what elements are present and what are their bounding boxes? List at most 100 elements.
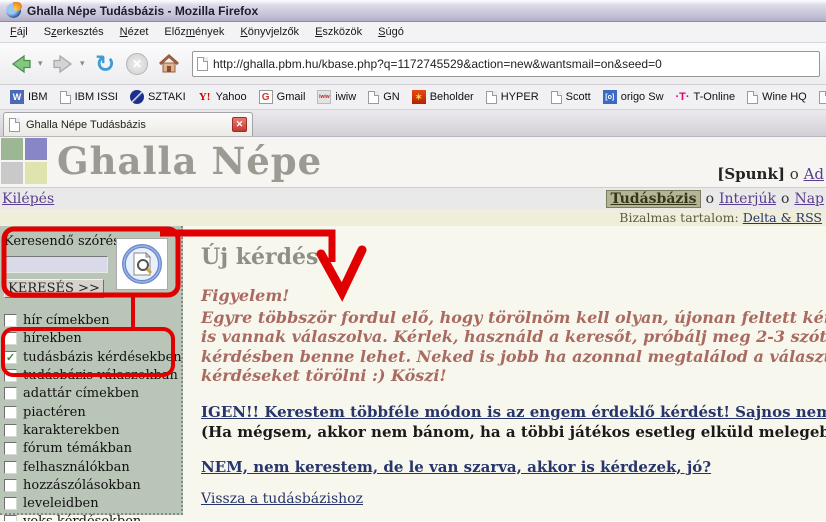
user-box: [Spunk] o Ad (717, 165, 824, 183)
url-input[interactable] (213, 57, 815, 71)
checkbox-label: piactéren (23, 405, 86, 420)
checkbox[interactable] (4, 424, 17, 437)
forward-button[interactable] (48, 49, 78, 79)
back-dropdown-caret[interactable]: ▾ (38, 58, 46, 69)
checkbox[interactable] (4, 314, 17, 327)
separator: o (790, 165, 799, 183)
menu-item[interactable]: Fájl (2, 23, 36, 41)
site-nav-row: Kilépés Tudásbázis o Interjúk o Nap (0, 187, 826, 209)
yes-searched-link[interactable]: IGEN!! Kerestem többféle módon is az eng… (201, 403, 826, 421)
menu-item[interactable]: Eszközök (307, 23, 370, 41)
bookmark-favicon-icon (819, 91, 826, 104)
checkbox-label: felhasználókban (23, 460, 130, 475)
menu-item[interactable]: Szerkesztés (36, 23, 112, 41)
url-bar[interactable] (192, 51, 820, 77)
tab-ghalla-nepe-tudasbazis[interactable]: Ghalla Népe Tudásbázis ✕ (3, 112, 253, 136)
bookmark-item[interactable]: T-Online (670, 88, 742, 106)
menu-item[interactable]: Előzmények (156, 23, 232, 41)
checkbox-label: voks kérdésekben (23, 514, 141, 521)
bookmark-item[interactable]: Scott (545, 89, 597, 106)
search-input[interactable] (4, 256, 108, 273)
bookmark-item[interactable]: DistroWa (813, 89, 826, 106)
yes-note: (Ha mégsem, akkor nem bánom, ha a többi … (201, 423, 826, 441)
bookmark-favicon-icon (317, 90, 331, 104)
checkbox[interactable] (4, 497, 17, 510)
bookmark-label: Scott (566, 91, 591, 103)
nav-tab-tudasbazis[interactable]: Tudásbázis (606, 190, 700, 208)
checkbox[interactable] (4, 461, 17, 474)
title-bar: Ghalla Népe Tudásbázis - Mozilla Firefox (0, 0, 826, 22)
bookmark-label: SZTAKI (148, 91, 186, 103)
back-to-knowledge-base-link[interactable]: Vissza a tudásbázishoz (201, 491, 363, 507)
search-scope-row: ✓ tudásbázis kérdésekben (4, 348, 175, 366)
bookmark-label: origo Sw (621, 91, 664, 103)
forward-dropdown-caret[interactable]: ▾ (80, 58, 88, 69)
tab-close-icon[interactable]: ✕ (232, 117, 247, 132)
search-scope-list: hír címekben hírekben ✓ tudásbázis kérdé… (4, 312, 175, 522)
site-logo (1, 138, 47, 184)
checkbox[interactable] (4, 369, 17, 382)
checkbox-label: leveleidben (23, 496, 99, 511)
bookmark-item[interactable]: Yahoo (192, 88, 253, 106)
menu-bar: FájlSzerkesztésNézetElőzményekKönyvjelző… (0, 22, 826, 43)
info-row: Bizalmas tartalom: Delta & RSS (0, 209, 826, 226)
menu-item[interactable]: Nézet (112, 23, 157, 41)
bookmark-item[interactable]: Wine HQ (741, 89, 813, 106)
bookmark-label: Yahoo (216, 91, 247, 103)
checkbox[interactable]: ✓ (4, 351, 17, 364)
site-title: Ghalla Népe (57, 139, 322, 183)
bookmark-item[interactable]: Beholder (406, 88, 480, 106)
bookmark-favicon-icon (130, 90, 144, 104)
search-scope-row: felhasználókban (4, 458, 175, 476)
site-header: Ghalla Népe [Spunk] o Ad (0, 137, 826, 187)
back-button[interactable] (6, 49, 36, 79)
nav-link-nap[interactable]: Nap (794, 191, 824, 207)
search-scope-row: piactéren (4, 403, 175, 421)
user-link[interactable]: Ad (804, 165, 824, 183)
bookmark-label: IBM ISSI (75, 91, 118, 103)
bookmark-label: IBM (28, 91, 48, 103)
bookmark-label: GN (383, 91, 400, 103)
menu-item[interactable]: Könyvjelzők (232, 23, 307, 41)
menu-item[interactable]: Súgó (370, 23, 412, 41)
forward-arrow-icon (50, 51, 76, 77)
stop-button[interactable]: ✕ (122, 49, 152, 79)
logout-link[interactable]: Kilépés (2, 191, 54, 207)
bookmark-favicon-icon (259, 90, 273, 104)
checkbox[interactable] (4, 406, 17, 419)
search-icon-button[interactable] (116, 238, 168, 290)
bookmark-label: Gmail (277, 91, 306, 103)
no-searched-link[interactable]: NEM, nem kerestem, de le van szarva, akk… (201, 458, 711, 476)
nav-link-interjuk[interactable]: Interjúk (719, 191, 776, 207)
page-content: Ghalla Népe [Spunk] o Ad Kilépés Tudásbá… (0, 137, 826, 521)
bookmark-favicon-icon (412, 90, 426, 104)
info-label: Bizalmas tartalom: (619, 210, 738, 225)
user-name: [Spunk] (717, 165, 785, 183)
reload-button[interactable]: ↻ (90, 49, 120, 79)
checkbox-label: tudásbázis kérdésekben (23, 350, 182, 365)
bookmark-item[interactable]: iwiw (311, 88, 362, 106)
bookmark-label: Beholder (430, 91, 474, 103)
checkbox[interactable] (4, 515, 17, 521)
logo-square-purple (25, 138, 47, 160)
checkbox[interactable] (4, 387, 17, 400)
checkbox[interactable] (4, 442, 17, 455)
bookmark-item[interactable]: Gmail (253, 88, 312, 106)
search-button[interactable]: KERESÉS >> (4, 279, 104, 298)
search-scope-row: fórum témákban (4, 440, 175, 458)
bookmark-item[interactable]: GN (362, 89, 406, 106)
bookmark-item[interactable]: SZTAKI (124, 88, 192, 106)
bookmark-item[interactable]: origo Sw (597, 88, 670, 106)
tab-title: Ghalla Népe Tudásbázis (26, 119, 146, 131)
checkbox[interactable] (4, 332, 17, 345)
tab-favicon (9, 118, 20, 132)
bookmark-item[interactable]: HYPER (480, 89, 545, 106)
bookmark-item[interactable]: IBM (4, 88, 54, 106)
bookmark-favicon-icon (551, 91, 562, 104)
bookmark-item[interactable]: IBM ISSI (54, 89, 124, 106)
home-button[interactable] (154, 49, 184, 79)
delta-rss-link[interactable]: Delta & RSS (743, 210, 822, 225)
checkbox[interactable] (4, 479, 17, 492)
search-scope-row: voks kérdésekben (4, 513, 175, 521)
bookmark-favicon-icon (486, 91, 497, 104)
